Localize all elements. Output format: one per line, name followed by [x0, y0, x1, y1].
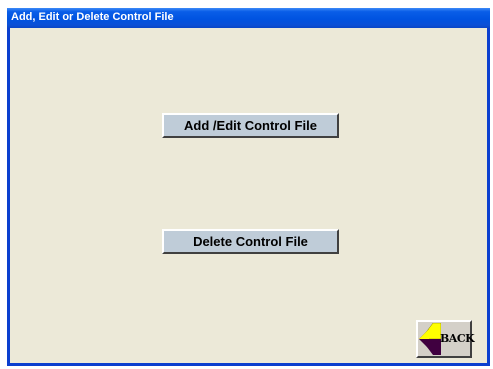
back-button-label: BACK	[440, 332, 475, 345]
title-bar[interactable]: Add, Edit or Delete Control File	[7, 8, 490, 28]
add-edit-control-file-button[interactable]: Add /Edit Control File	[162, 113, 339, 138]
back-button[interactable]: BACK	[416, 320, 475, 358]
delete-control-file-button[interactable]: Delete Control File	[162, 229, 339, 254]
back-arrow-icon	[419, 323, 441, 355]
window-title: Add, Edit or Delete Control File	[11, 11, 174, 23]
window-client-area: Add /Edit Control File Delete Control Fi…	[10, 28, 487, 363]
main-window: Add, Edit or Delete Control File Add /Ed…	[7, 8, 490, 366]
